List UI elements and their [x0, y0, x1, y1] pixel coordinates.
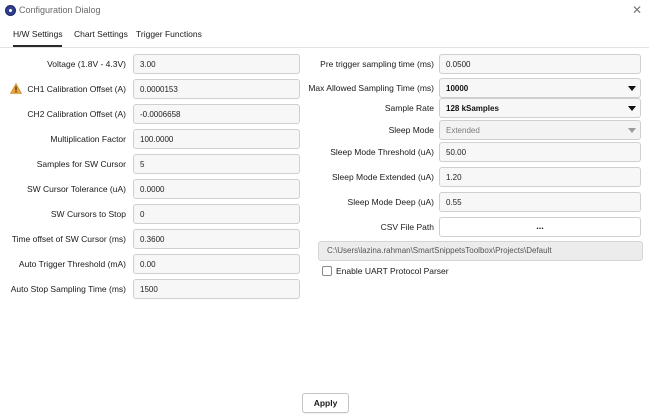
window-title: Configuration Dialog: [19, 5, 101, 15]
auto-stop-sampling-field[interactable]: [133, 279, 300, 299]
sleep-mode-label: Sleep Mode: [388, 125, 434, 135]
max-sampling-time-dropdown[interactable]: 10000: [439, 78, 641, 98]
sw-cursors-to-stop-label: SW Cursors to Stop: [50, 209, 126, 219]
max-sampling-time-value: 10000: [446, 84, 469, 93]
title-bar: Configuration Dialog ✕: [0, 0, 649, 22]
auto-trigger-threshold-field[interactable]: [133, 254, 300, 274]
tab-divider: [0, 47, 649, 48]
sleep-mode-threshold-field[interactable]: [439, 142, 641, 162]
voltage-field[interactable]: [133, 54, 300, 74]
samples-sw-cursor-field[interactable]: [133, 154, 300, 174]
time-offset-sw-cursor-field[interactable]: [133, 229, 300, 249]
tab-trigger-functions[interactable]: Trigger Functions: [136, 29, 202, 47]
ch2-calibration-offset-field[interactable]: [133, 104, 300, 124]
tab-chart-settings[interactable]: Chart Settings: [74, 29, 128, 47]
tab-hw-settings[interactable]: H/W Settings: [13, 29, 63, 47]
ch1-calibration-offset-field[interactable]: [133, 79, 300, 99]
auto-stop-sampling-label: Auto Stop Sampling Time (ms): [10, 284, 126, 294]
samples-sw-cursor-label: Samples for SW Cursor: [36, 159, 126, 169]
chevron-down-icon: [628, 106, 636, 111]
sleep-mode-extended-field[interactable]: [439, 167, 641, 187]
csv-path-display: C:\Users\lazina.rahman\SmartSnippetsTool…: [318, 241, 643, 261]
sample-rate-value: 128 kSamples: [446, 104, 499, 113]
ch2-calibration-offset-label: CH2 Calibration Offset (A): [27, 109, 126, 119]
close-icon[interactable]: ✕: [629, 2, 645, 18]
app-logo-icon: [5, 5, 16, 16]
voltage-label: Voltage (1.8V - 4.3V): [47, 59, 126, 69]
sw-cursor-tolerance-field[interactable]: [133, 179, 300, 199]
sleep-mode-dropdown[interactable]: Extended: [439, 120, 641, 140]
sleep-mode-extended-label: Sleep Mode Extended (uA): [331, 172, 434, 182]
max-sampling-time-label: Max Allowed Sampling Time (ms): [308, 83, 434, 93]
pre-trigger-label: Pre trigger sampling time (ms): [320, 59, 434, 69]
chevron-down-icon: [628, 86, 636, 91]
auto-trigger-threshold-label: Auto Trigger Threshold (mA): [18, 259, 126, 269]
sleep-mode-deep-field[interactable]: [439, 192, 641, 212]
sw-cursors-to-stop-field[interactable]: [133, 204, 300, 224]
ch1-calibration-offset-label: CH1 Calibration Offset (A): [27, 84, 126, 94]
apply-button[interactable]: Apply: [302, 393, 349, 413]
csv-file-path-label: CSV File Path: [380, 222, 434, 232]
time-offset-sw-cursor-label: Time offset of SW Cursor (ms): [11, 234, 126, 244]
multiplication-factor-field[interactable]: [133, 129, 300, 149]
chevron-down-icon: [628, 128, 636, 133]
sample-rate-label: Sample Rate: [384, 103, 434, 113]
sample-rate-dropdown[interactable]: 128 kSamples: [439, 98, 641, 118]
uart-parser-label: Enable UART Protocol Parser: [336, 266, 449, 276]
sleep-mode-deep-label: Sleep Mode Deep (uA): [347, 197, 434, 207]
sleep-mode-threshold-label: Sleep Mode Threshold (uA): [330, 147, 434, 157]
multiplication-factor-label: Multiplication Factor: [50, 134, 126, 144]
uart-parser-checkbox[interactable]: [322, 266, 332, 276]
sw-cursor-tolerance-label: SW Cursor Tolerance (uA): [26, 184, 126, 194]
browse-button[interactable]: ...: [439, 217, 641, 237]
pre-trigger-field[interactable]: [439, 54, 641, 74]
sleep-mode-value: Extended: [446, 126, 480, 135]
